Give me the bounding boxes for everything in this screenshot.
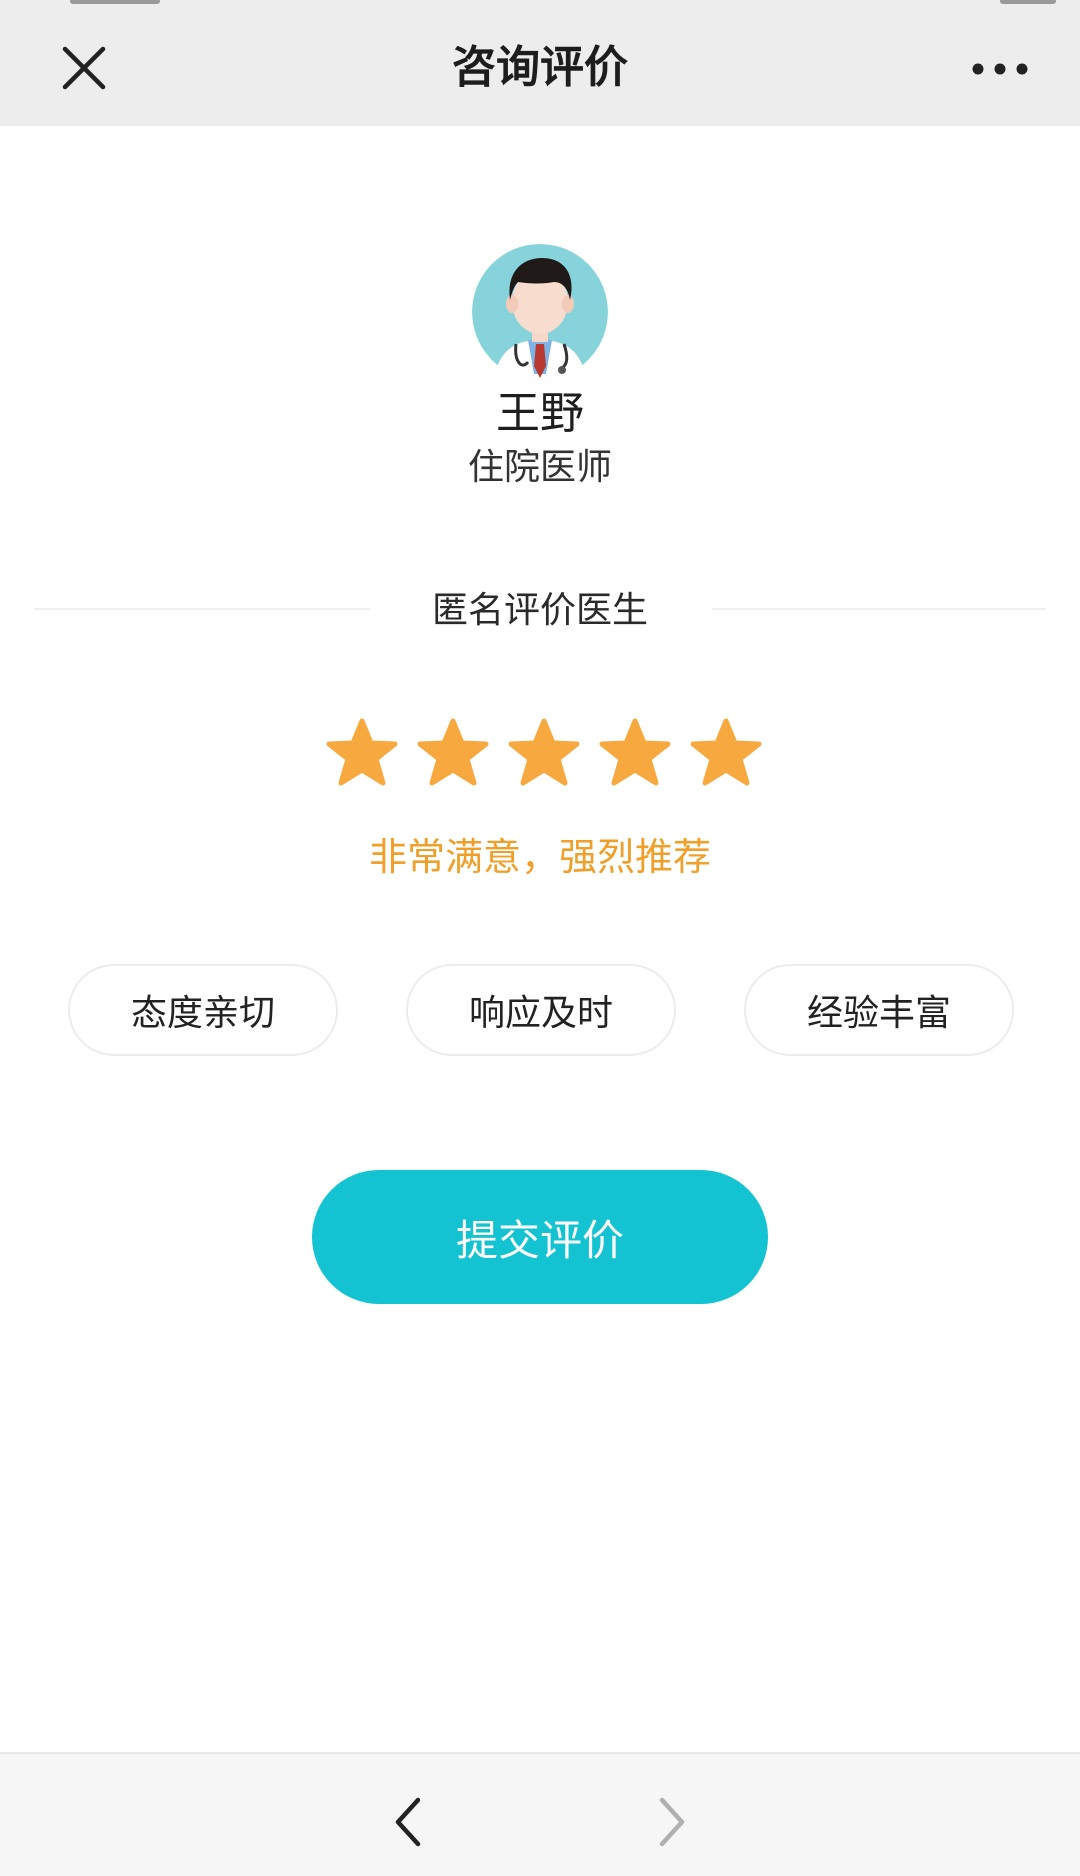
more-dots-icon (972, 63, 1028, 75)
rating-description: 非常满意，强烈推荐 (368, 835, 711, 879)
chevron-left-icon (395, 1797, 421, 1847)
doctor-title: 住院医师 (467, 447, 612, 488)
star-icon[interactable] (324, 716, 400, 792)
more-options-button[interactable] (968, 44, 1032, 94)
forward-button[interactable] (652, 1794, 692, 1850)
page-title: 咨询评价 (452, 42, 628, 93)
tag-experience[interactable]: 经验丰富 (744, 964, 1014, 1056)
tag-attitude[interactable]: 态度亲切 (68, 964, 338, 1056)
doctor-name: 王野 (496, 388, 584, 439)
bottom-toolbar (0, 1752, 1080, 1876)
top-navigation-bar: 咨询评价 (0, 0, 1080, 126)
tag-response[interactable]: 响应及时 (406, 964, 676, 1056)
doctor-avatar (472, 244, 608, 380)
status-bar-remnant (1000, 0, 1056, 4)
back-button[interactable] (388, 1794, 428, 1850)
submit-review-button[interactable]: 提交评价 (312, 1170, 768, 1304)
chevron-right-icon (659, 1797, 685, 1847)
doctor-avatar-icon (472, 244, 608, 380)
star-icon[interactable] (597, 716, 673, 792)
star-icon[interactable] (415, 716, 491, 792)
star-icon[interactable] (506, 716, 582, 792)
divider-right (712, 608, 1046, 610)
section-title: 匿名评价医生 (431, 590, 648, 631)
star-icon[interactable] (688, 716, 764, 792)
star-rating (324, 716, 764, 796)
status-bar-remnant (70, 0, 160, 4)
